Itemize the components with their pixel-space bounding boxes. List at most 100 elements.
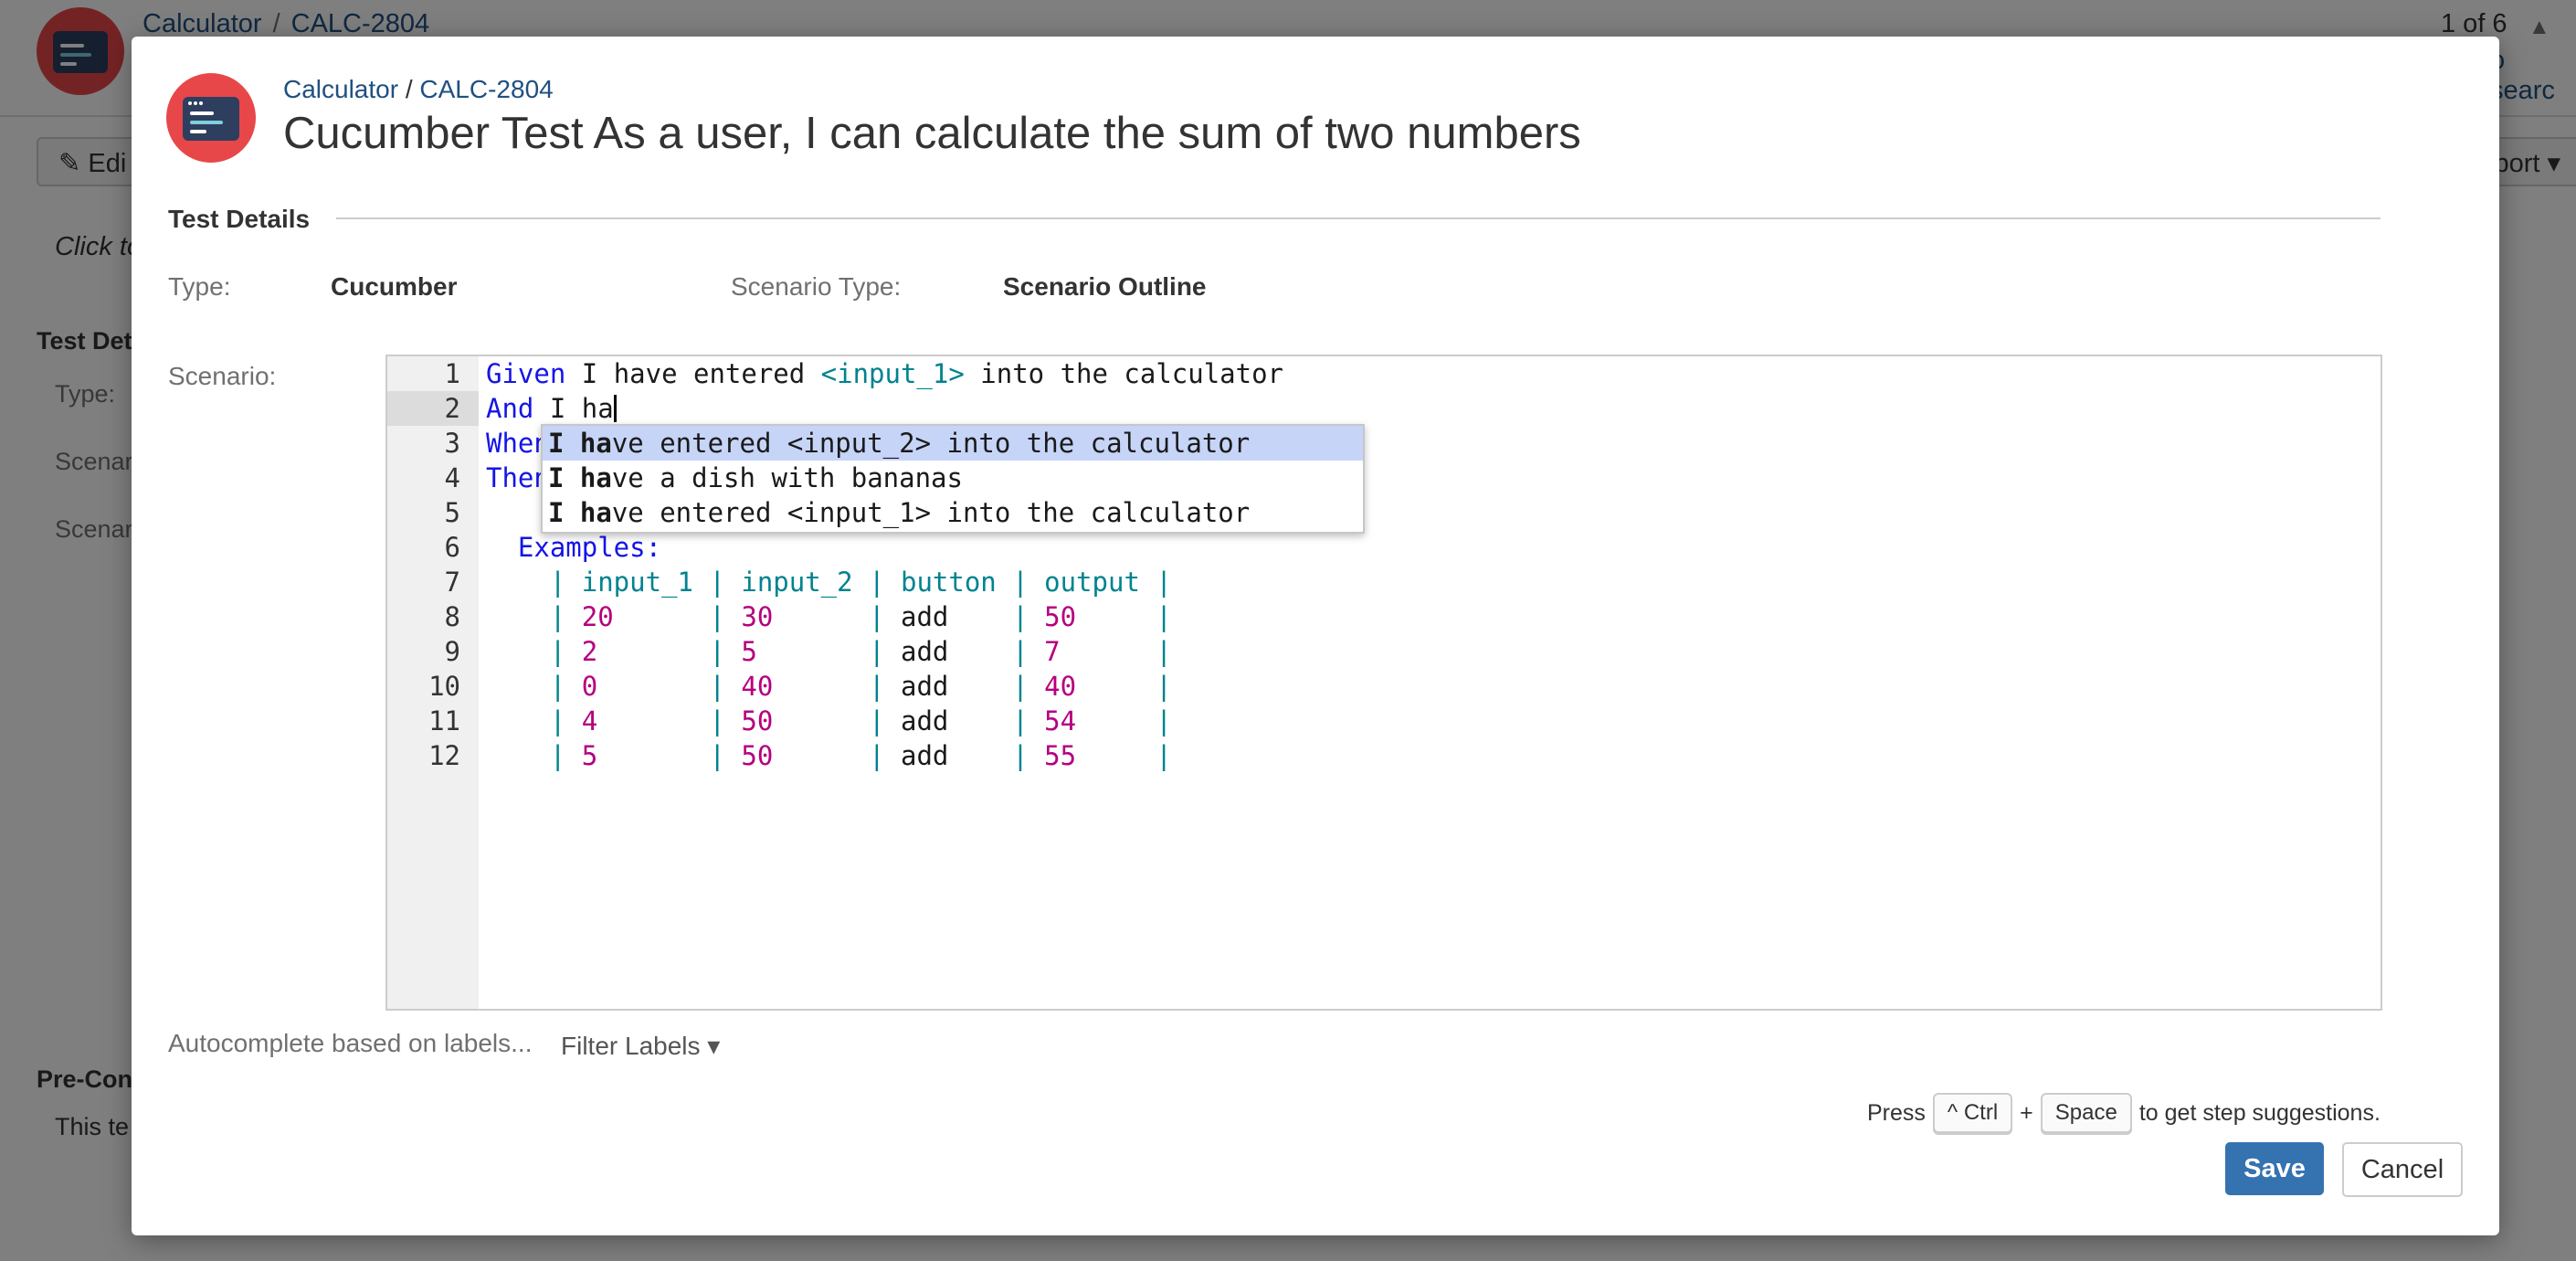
cell-padding — [1061, 636, 1156, 667]
autocomplete-match: I ha — [548, 462, 612, 493]
examples-data-row[interactable]: | 2 | 5 | add | 7 | — [486, 634, 1172, 669]
table-header-cell: input_1 — [581, 567, 693, 598]
hint-press: Press — [1867, 1099, 1926, 1126]
table-header-cell: button — [900, 567, 997, 598]
table-cell: add — [900, 636, 949, 667]
table-pipe: | — [1012, 567, 1045, 598]
line-number: 6 — [444, 532, 460, 563]
table-pipe: | — [1012, 671, 1045, 702]
edit-test-dialog: Calculator / CALC-2804 Cucumber Test As … — [132, 37, 2499, 1235]
line-number: 7 — [444, 567, 460, 598]
table-cell: add — [900, 705, 949, 736]
table-pipe: | — [549, 601, 582, 632]
table-pipe: | — [709, 705, 742, 736]
table-pipe: | — [1012, 601, 1045, 632]
breadcrumb-issue-link[interactable]: CALC-2804 — [419, 75, 553, 103]
table-pipe: | — [1012, 636, 1045, 667]
cell-padding — [1076, 601, 1156, 632]
gherkin-keyword: And — [486, 393, 534, 424]
table-pipe: | — [709, 601, 742, 632]
filter-labels-label: Filter Labels — [561, 1032, 701, 1060]
autocomplete-labels-link[interactable]: Autocomplete based on labels... — [168, 1029, 532, 1058]
autocomplete-rest: ve a dish with bananas — [611, 462, 963, 493]
cell-padding — [597, 705, 709, 736]
code-line[interactable]: Given I have entered <input_1> into the … — [486, 356, 1283, 391]
autocomplete-item[interactable]: I have entered <input_1> into the calcul… — [543, 495, 1363, 530]
code-line[interactable]: Examples: — [486, 530, 661, 565]
step-parameter: <input_1> — [820, 358, 965, 389]
table-cell: 20 — [581, 601, 614, 632]
examples-data-row[interactable]: | 5 | 50 | add | 55 | — [486, 738, 1172, 773]
examples-data-row[interactable]: | 20 | 30 | add | 50 | — [486, 599, 1172, 634]
table-header-cell: output — [1044, 567, 1140, 598]
table-cell: 50 — [741, 740, 774, 771]
hint-suffix: to get step suggestions. — [2138, 1099, 2381, 1126]
cell-padding — [597, 636, 709, 667]
table-pipe: | — [1012, 740, 1045, 771]
line-number: 11 — [428, 705, 460, 736]
line-number: 5 — [444, 497, 460, 528]
table-pipe: | — [1156, 567, 1172, 598]
table-cell: 2 — [581, 636, 598, 667]
line-number: 10 — [428, 671, 460, 702]
keyboard-hint: Press ^ Ctrl + Space to get step suggest… — [1867, 1093, 2381, 1133]
line-number: 4 — [444, 462, 460, 493]
cancel-button[interactable]: Cancel — [2342, 1142, 2463, 1197]
cell-padding — [948, 601, 1012, 632]
autocomplete-item[interactable]: I have a dish with bananas — [543, 461, 1363, 495]
cell-padding — [997, 567, 1012, 598]
cell-padding — [614, 601, 710, 632]
type-value: Cucumber — [331, 272, 458, 301]
table-cell: add — [900, 601, 949, 632]
autocomplete-match: I ha — [548, 428, 612, 459]
cell-padding — [948, 705, 1012, 736]
gherkin-keyword: Given — [486, 358, 566, 389]
examples-data-row[interactable]: | 4 | 50 | add | 54 | — [486, 704, 1172, 738]
hint-plus: + — [2020, 1099, 2033, 1126]
code-line-active[interactable]: And I ha — [486, 391, 617, 426]
table-cell: 40 — [1044, 671, 1077, 702]
cell-padding — [773, 601, 869, 632]
project-avatar-icon — [166, 73, 256, 163]
scenario-type-label: Scenario Type: — [731, 272, 902, 301]
cell-padding — [948, 636, 1012, 667]
line-number: 1 — [444, 358, 460, 389]
text-cursor — [613, 395, 617, 422]
line-number: 3 — [444, 428, 460, 459]
autocomplete-match: I ha — [548, 497, 612, 528]
gherkin-keyword: Examples: — [517, 532, 662, 563]
autocomplete-rest: ve entered <input_1> into the calculator — [611, 497, 1251, 528]
cell-padding — [1076, 740, 1156, 771]
table-cell: 30 — [741, 601, 774, 632]
table-cell: 7 — [1044, 636, 1061, 667]
table-pipe: | — [709, 740, 742, 771]
examples-data-row[interactable]: | 0 | 40 | add | 40 | — [486, 669, 1172, 704]
autocomplete-rest: ve entered <input_2> into the calculator — [611, 428, 1251, 459]
table-cell: 50 — [741, 705, 774, 736]
cell-padding — [1076, 671, 1156, 702]
cell-padding — [1140, 567, 1156, 598]
line-number: 2 — [444, 393, 460, 424]
table-pipe: | — [549, 671, 582, 702]
cell-padding — [948, 740, 1012, 771]
chevron-down-icon: ▾ — [700, 1032, 721, 1060]
filter-labels-dropdown[interactable]: Filter Labels ▾ — [561, 1031, 720, 1061]
table-cell: 4 — [581, 705, 598, 736]
autocomplete-item[interactable]: I have entered <input_2> into the calcul… — [543, 426, 1363, 461]
scenario-type-value[interactable]: Scenario Outline — [1003, 272, 1207, 302]
step-text: I ha — [533, 393, 614, 424]
test-details-heading: Test Details — [168, 205, 311, 233]
table-pipe: | — [1156, 636, 1172, 667]
examples-header-row[interactable]: | input_1 | input_2 | button | output | — [486, 565, 1172, 599]
table-cell: 0 — [581, 671, 598, 702]
step-text: I have entered — [565, 358, 821, 389]
breadcrumb-project-link[interactable]: Calculator — [283, 75, 398, 103]
table-pipe: | — [869, 671, 901, 702]
table-cell: 5 — [741, 636, 757, 667]
dialog-breadcrumb: Calculator / CALC-2804 — [283, 75, 554, 104]
table-pipe: | — [869, 601, 901, 632]
space-key: Space — [2040, 1093, 2132, 1133]
table-pipe: | — [1156, 671, 1172, 702]
save-button[interactable]: Save — [2225, 1142, 2324, 1195]
table-pipe: | — [869, 740, 901, 771]
